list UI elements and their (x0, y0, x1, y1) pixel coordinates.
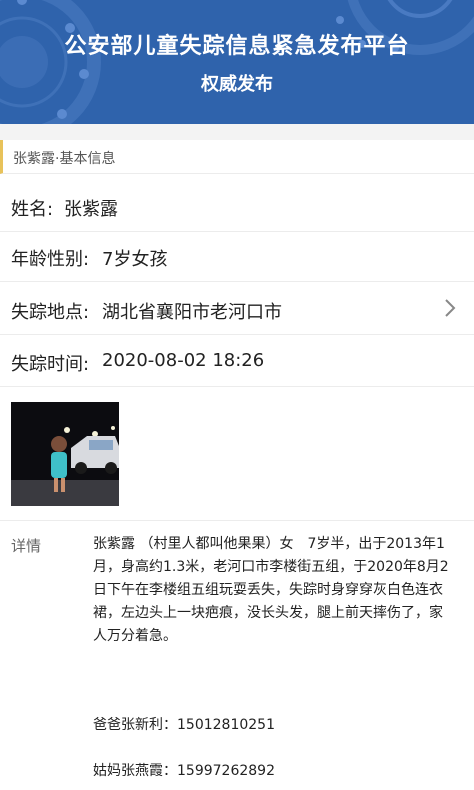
child-photo[interactable] (11, 402, 119, 506)
details-text: 张紫露 （村里人都叫他果果）女 7岁半，出于2013年1月，身高约1.3米，老河… (93, 536, 449, 644)
page-subtitle: 权威发布 (201, 74, 273, 95)
field-row-name: 姓名: 张紫露 (0, 182, 474, 232)
field-value: 湖北省襄阳市老河口市 (102, 302, 282, 323)
section-title: 张紫露·基本信息 (13, 151, 116, 167)
field-value: 2020-08-02 18:26 (102, 350, 265, 371)
field-row-location[interactable]: 失踪地点: 湖北省襄阳市老河口市 (0, 285, 474, 335)
field-label: 失踪地点: (11, 302, 90, 323)
spacer (0, 124, 474, 140)
page-title: 公安部儿童失踪信息紧急发布平台 (64, 34, 410, 59)
divider (0, 520, 474, 521)
field-label: 年龄性别: (11, 249, 90, 270)
section-header: 张紫露·基本信息 (0, 140, 474, 174)
emblem-decoration (0, 0, 474, 124)
details-label: 详情 (11, 537, 42, 555)
contact-father: 爸爸张新利：15012810251 (93, 717, 275, 733)
field-value: 张紫露 (64, 199, 118, 220)
field-row-time: 失踪时间: 2020-08-02 18:26 (0, 337, 474, 387)
field-value: 7岁女孩 (102, 249, 168, 270)
field-row-age-gender: 年龄性别: 7岁女孩 (0, 232, 474, 282)
chevron-right-icon[interactable] (444, 298, 456, 322)
field-label: 姓名: (11, 199, 54, 220)
header-banner: 公安部儿童失踪信息紧急发布平台 权威发布 (0, 0, 474, 124)
field-label: 失踪时间: (11, 354, 90, 375)
contact-aunt: 姑妈张燕霞：15997262892 (93, 763, 275, 779)
